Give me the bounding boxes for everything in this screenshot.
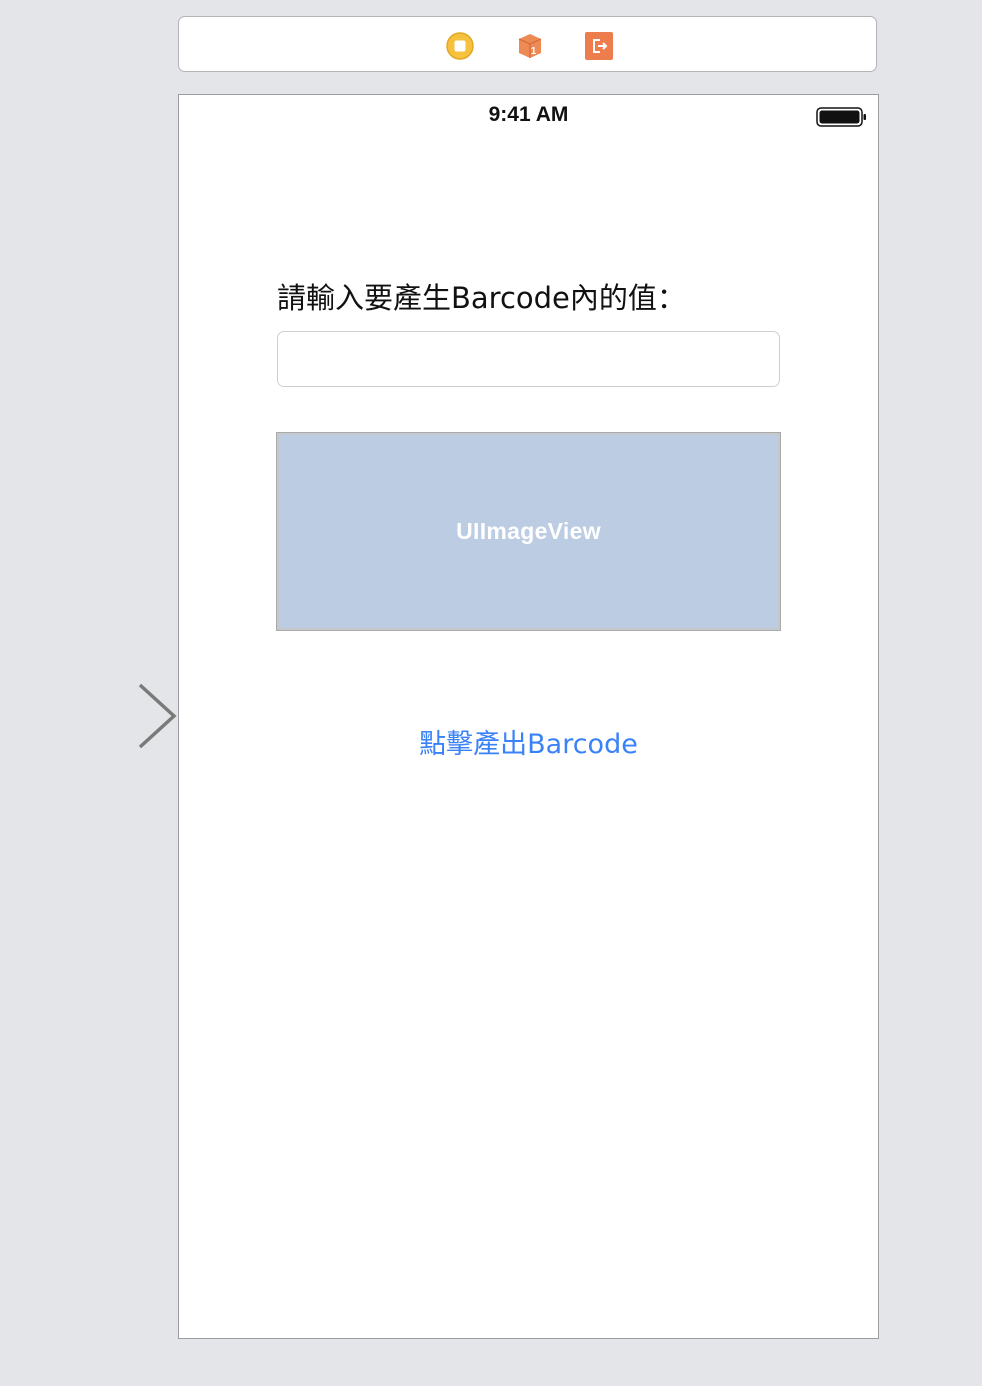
first-responder-icon[interactable]: 1: [516, 32, 544, 60]
initial-view-controller-arrow-icon[interactable]: [0, 682, 178, 750]
barcode-image-view: UIImageView: [276, 432, 781, 631]
svg-text:1: 1: [531, 46, 537, 57]
image-view-placeholder-label: UIImageView: [456, 518, 601, 544]
view-controller-scene: 9:41 AM 請輸入要產生Barcode內的值： UIImageView 點擊…: [178, 94, 879, 1339]
exit-icon[interactable]: [585, 32, 613, 60]
barcode-value-input[interactable]: [277, 331, 780, 387]
status-bar-time: 9:41 AM: [488, 103, 569, 126]
generate-barcode-button[interactable]: 點擊產出Barcode: [179, 722, 878, 761]
battery-icon: [816, 107, 866, 127]
barcode-value-prompt-label: 請輸入要產生Barcode內的值：: [277, 281, 686, 315]
scene-dock: 1: [178, 16, 877, 72]
view-controller-icon[interactable]: [446, 32, 474, 60]
